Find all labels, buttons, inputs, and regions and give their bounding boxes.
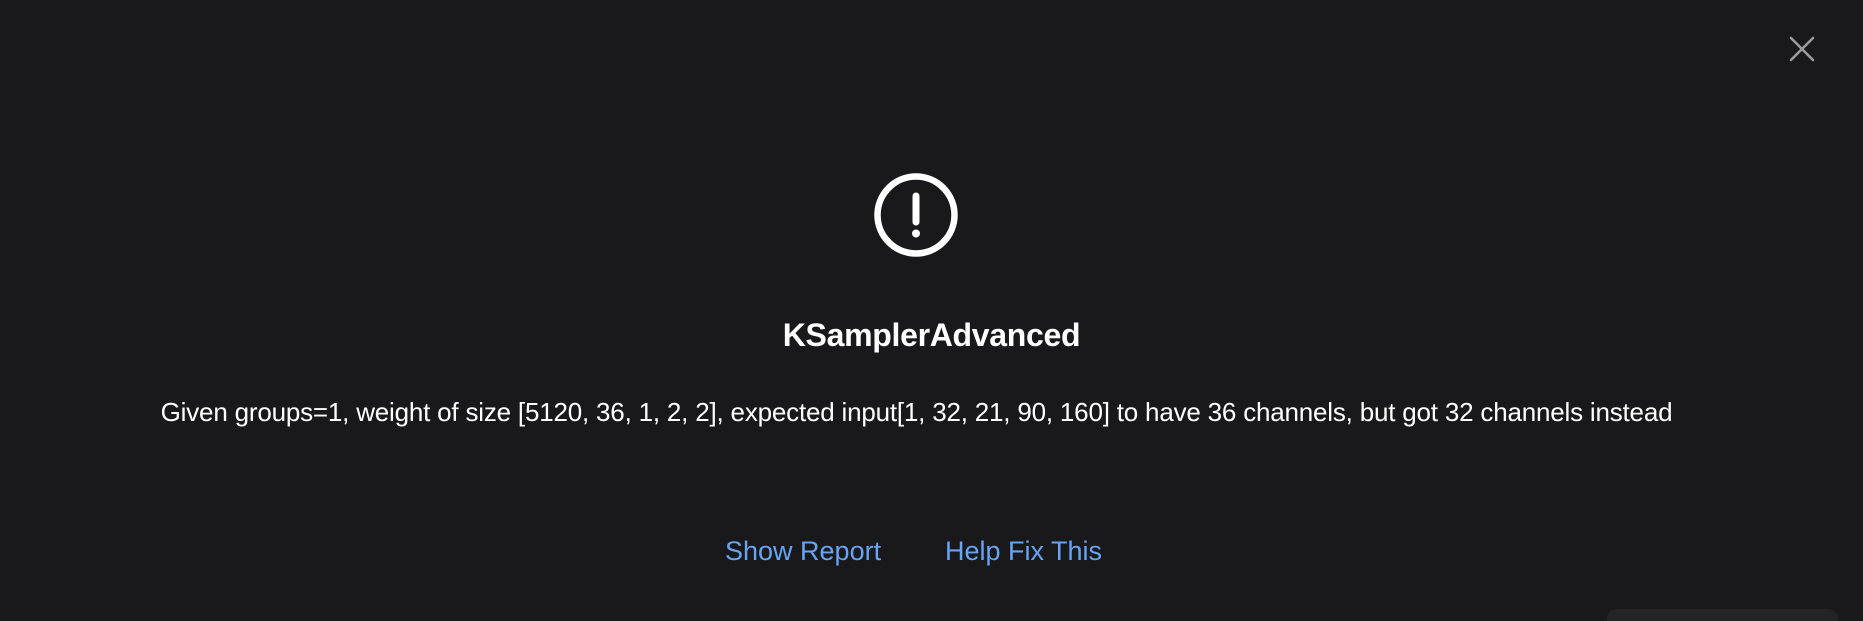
corner-panel [1607,609,1838,621]
close-icon [1789,36,1815,62]
error-title: KSamplerAdvanced [782,317,1081,353]
help-fix-link[interactable]: Help Fix This [945,534,1102,568]
error-dialog: KSamplerAdvanced Given groups=1, weight … [0,0,1863,621]
exclamation-circle-icon [874,173,958,257]
dialog-actions: Show Report Help Fix This [0,534,1863,568]
close-button[interactable] [1781,28,1823,70]
error-message: Given groups=1, weight of size [5120, 36… [160,397,1673,427]
show-report-link[interactable]: Show Report [725,534,881,568]
